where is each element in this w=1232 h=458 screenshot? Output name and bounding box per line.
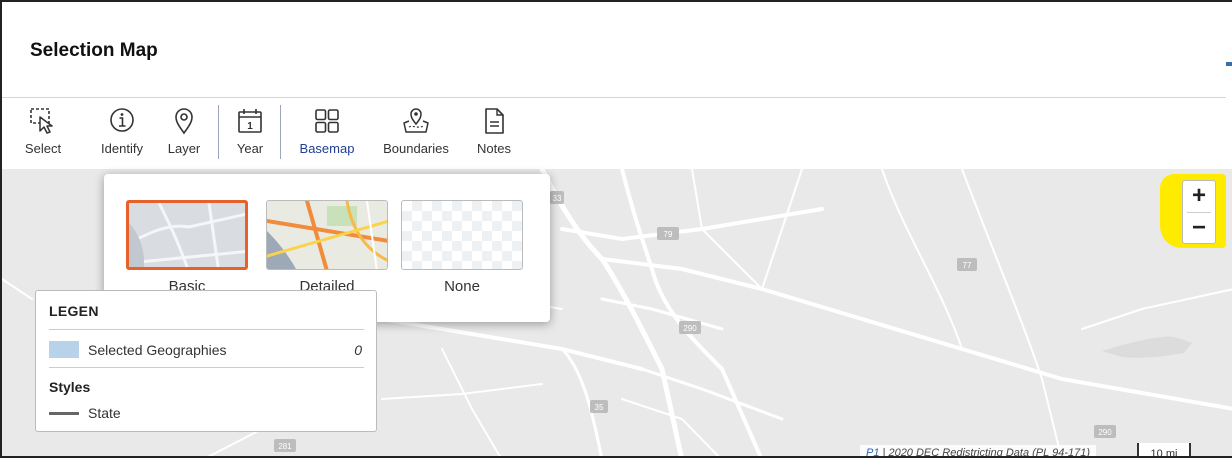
zoom-out-button[interactable]: − <box>1183 213 1215 244</box>
road-shield: 290 <box>683 324 697 333</box>
basemap-option-none[interactable]: None <box>401 200 523 295</box>
state-line-swatch <box>49 412 79 415</box>
selected-count: 0 <box>354 342 362 358</box>
tool-basemap[interactable]: Basemap <box>292 105 362 163</box>
basemap-thumb-basic <box>126 200 248 270</box>
scale-bar: 10 mi <box>1137 443 1191 456</box>
tool-identify-label: Identify <box>101 141 143 156</box>
toolbar-divider <box>218 105 219 159</box>
location-pin-icon <box>175 108 193 135</box>
tool-layer-label: Layer <box>167 141 201 156</box>
state-label: State <box>88 405 121 421</box>
legend-heading: LEGEN <box>49 303 99 319</box>
toolbar-divider <box>280 105 281 159</box>
road-shield: 290 <box>1098 428 1112 437</box>
info-icon <box>110 108 134 132</box>
tool-identify[interactable]: Identify <box>94 105 150 163</box>
selected-geographies-label: Selected Geographies <box>88 342 227 358</box>
basemap-option-basic[interactable]: Basic <box>126 200 248 295</box>
basemap-option-detailed[interactable]: Detailed <box>266 200 388 295</box>
zoom-in-button[interactable]: + <box>1183 181 1215 212</box>
attribution-link[interactable]: P1 <box>866 447 879 456</box>
page-title: Selection Map <box>30 40 158 61</box>
legend-divider <box>49 367 364 368</box>
title-bar: Selection Map <box>2 2 1232 98</box>
tool-notes-label: Notes <box>477 141 511 156</box>
tool-boundaries-label: Boundaries <box>383 141 449 156</box>
basemap-thumb-detailed <box>266 200 388 270</box>
styles-heading: Styles <box>49 379 91 395</box>
selected-swatch <box>49 341 79 358</box>
tool-year-label: Year <box>236 141 264 156</box>
attribution-text: 2020 DEC Redistricting Data (PL 94-171) <box>888 447 1091 458</box>
road-shield: 281 <box>278 442 292 451</box>
road-shield: 35 <box>595 403 604 412</box>
document-icon <box>485 108 504 134</box>
road-shield: 33 <box>553 194 562 203</box>
basemap-option-label: None <box>444 278 480 295</box>
basemap-thumb-none <box>401 200 523 270</box>
tool-year[interactable]: 1 Year <box>230 105 270 163</box>
tool-select[interactable]: Select <box>20 105 66 163</box>
tool-boundaries[interactable]: Boundaries <box>376 105 456 163</box>
zoom-control: + − <box>1182 180 1216 244</box>
selection-map-panel: Selection Map Select Identify Layer 1 Ye… <box>0 0 1232 458</box>
calendar-badge: 1 <box>247 121 253 132</box>
grid-icon <box>315 109 339 133</box>
tool-notes[interactable]: Notes <box>470 105 518 163</box>
tool-select-label: Select <box>24 141 62 156</box>
road-shield: 77 <box>963 261 972 270</box>
calendar-icon: 1 <box>238 109 262 133</box>
select-icon <box>30 108 53 134</box>
tool-basemap-label: Basemap <box>299 141 355 156</box>
legend-divider <box>49 329 364 330</box>
tool-layer[interactable]: Layer <box>162 105 206 163</box>
toolbar: Select Identify Layer 1 Year Basemap Bou… <box>2 99 1232 263</box>
map-pin-area-icon <box>403 108 429 133</box>
map-attribution: P1 | 2020 DEC Redistricting Data (PL 94-… <box>860 445 1097 458</box>
road-shield: 79 <box>664 230 673 239</box>
legend-panel: LEGEN Selected Geographies 0 Styles Stat… <box>35 290 377 432</box>
